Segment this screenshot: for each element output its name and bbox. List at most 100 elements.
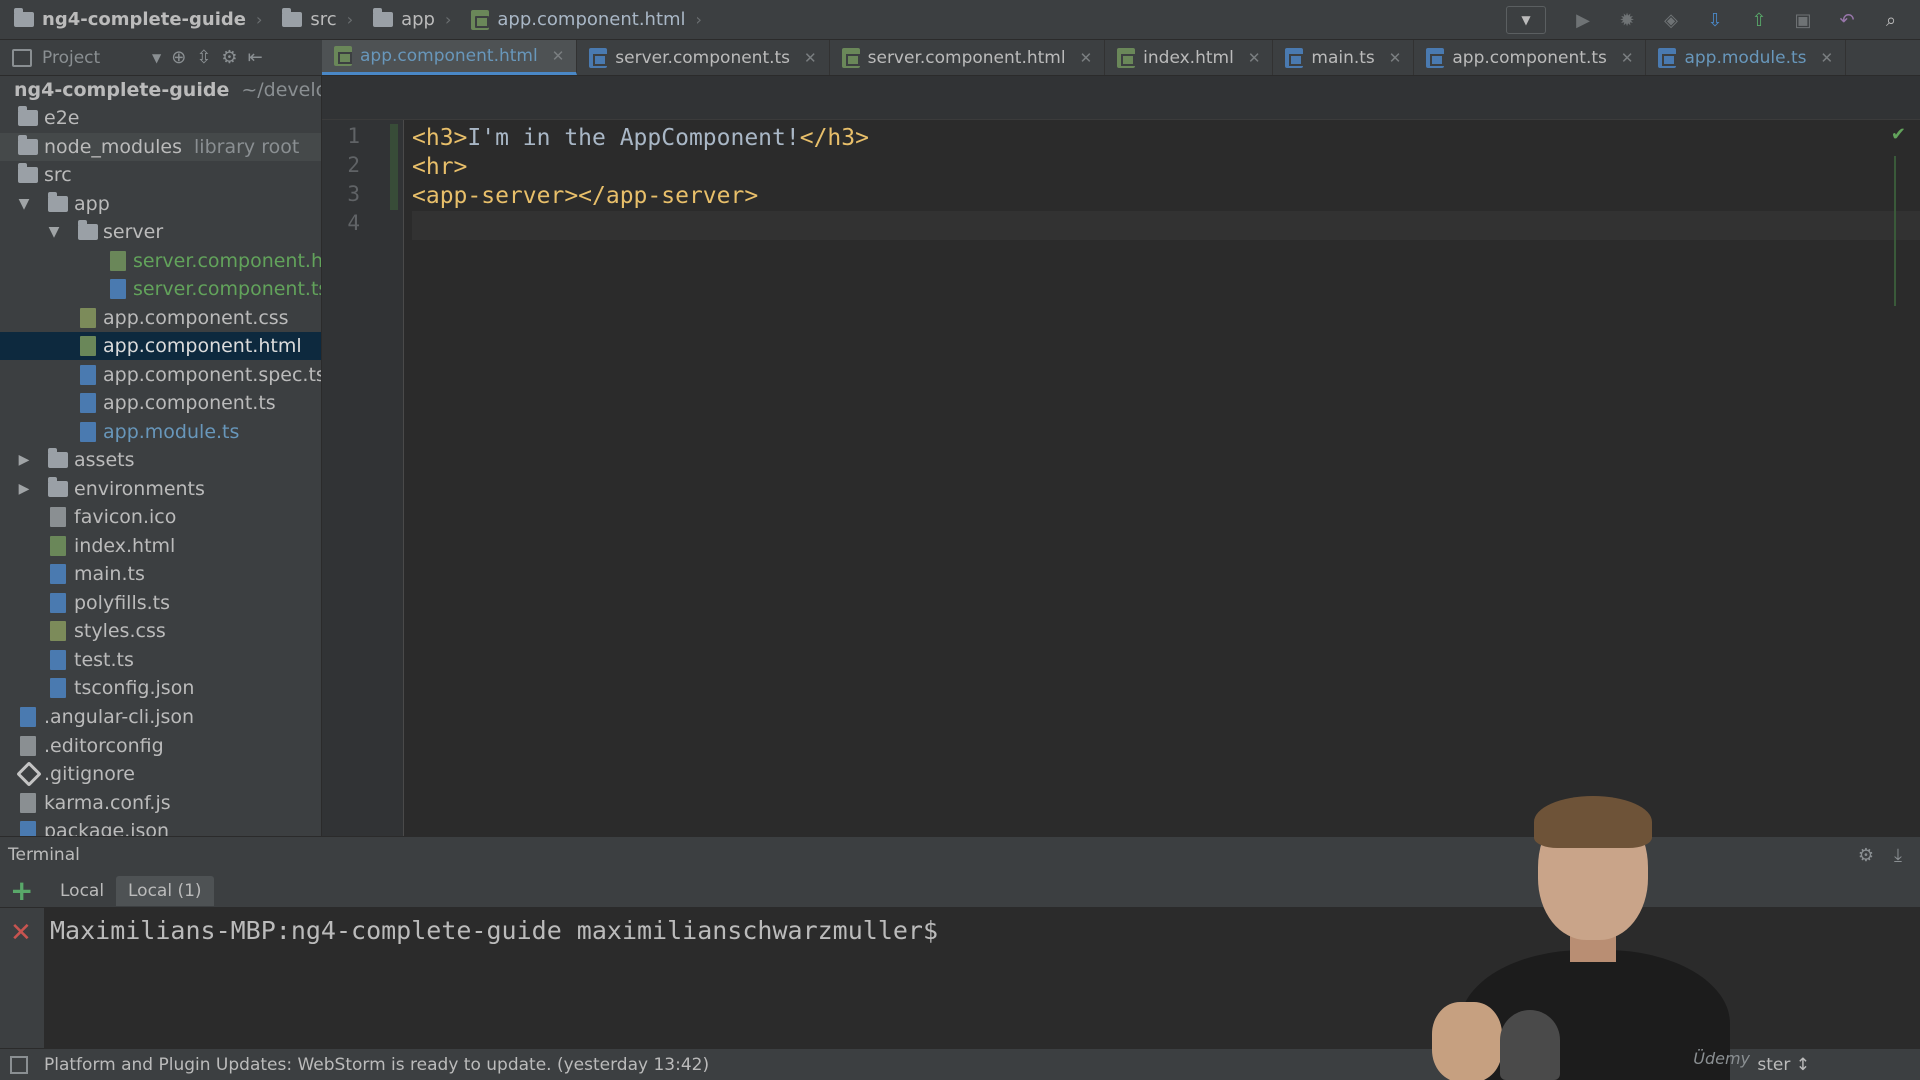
ts-file-icon bbox=[50, 564, 66, 584]
expand-arrow-icon[interactable]: ▶ bbox=[16, 452, 32, 468]
tree-item-app-ts[interactable]: app.component.ts bbox=[0, 389, 321, 417]
close-icon[interactable]: ✕ bbox=[804, 49, 817, 67]
expand-arrow-icon[interactable]: ▼ bbox=[16, 196, 32, 212]
presenter-hand bbox=[1432, 1002, 1502, 1080]
gear-icon[interactable]: ⚙ bbox=[221, 47, 237, 68]
tree-item-server[interactable]: ▼ server bbox=[0, 218, 321, 246]
tree-item-assets[interactable]: ▶ assets bbox=[0, 446, 321, 474]
line-number: 1 bbox=[347, 124, 360, 148]
tree-item-favicon[interactable]: favicon.ico bbox=[0, 503, 321, 531]
tab-label: server.component.ts bbox=[615, 47, 791, 68]
tree-item-package[interactable]: package.json bbox=[0, 817, 321, 836]
toolbar-actions: ▼ ▶ ✹ ◈ ⇩ ⇧ ▣ ↶ ⌕ bbox=[1506, 0, 1920, 40]
tree-item-label: app bbox=[74, 193, 110, 215]
tree-item-app-css[interactable]: app.component.css bbox=[0, 304, 321, 332]
html-file-icon bbox=[471, 9, 490, 30]
tab-server-component-ts[interactable]: server.component.ts ✕ bbox=[577, 40, 830, 75]
expand-arrow-icon[interactable]: ▶ bbox=[16, 481, 32, 497]
tree-item-server-ts[interactable]: server.component.ts bbox=[0, 275, 321, 303]
vcs-compare-icon[interactable]: ▣ bbox=[1790, 7, 1816, 33]
tree-item-label: e2e bbox=[44, 107, 80, 129]
close-icon[interactable]: ✕ bbox=[1821, 49, 1834, 67]
tab-label: server.component.html bbox=[867, 47, 1066, 68]
tree-item-gitignore[interactable]: .gitignore bbox=[0, 760, 321, 788]
tab-label: Local (1) bbox=[128, 881, 202, 901]
tree-item-angular-cli[interactable]: .angular-cli.json bbox=[0, 703, 321, 731]
debug-icon[interactable]: ✹ bbox=[1614, 7, 1640, 33]
revert-icon[interactable]: ↶ bbox=[1834, 7, 1860, 33]
html-file-icon bbox=[80, 336, 96, 356]
tree-item-label: karma.conf.js bbox=[44, 792, 171, 814]
tree-item-tsconfig[interactable]: tsconfig.json bbox=[0, 674, 321, 702]
tab-server-component-html[interactable]: server.component.html ✕ bbox=[830, 40, 1106, 75]
close-icon[interactable]: ✕ bbox=[1621, 49, 1634, 67]
gear-icon[interactable]: ⚙ bbox=[1858, 845, 1874, 866]
close-session-icon[interactable]: ✕ bbox=[10, 918, 32, 948]
ts-file-icon bbox=[50, 593, 66, 613]
line-gutter: 1 2 3 4 bbox=[322, 120, 404, 836]
new-terminal-icon[interactable]: + bbox=[10, 874, 33, 907]
tree-item-app-spec[interactable]: app.component.spec.ts bbox=[0, 361, 321, 389]
tree-item-app-html[interactable]: app.component.html bbox=[0, 332, 321, 360]
terminal-tab-local[interactable]: Local bbox=[48, 876, 116, 906]
tab-app-module-ts[interactable]: app.module.ts ✕ bbox=[1646, 40, 1847, 75]
tab-app-component-ts[interactable]: app.component.ts ✕ bbox=[1414, 40, 1647, 75]
tree-item-app-module[interactable]: app.module.ts bbox=[0, 418, 321, 446]
check-icon: ✔ bbox=[1890, 124, 1906, 145]
coverage-icon[interactable]: ◈ bbox=[1658, 7, 1684, 33]
run-config-dropdown[interactable]: ▼ bbox=[1506, 6, 1546, 34]
tree-item-test[interactable]: test.ts bbox=[0, 646, 321, 674]
hide-icon[interactable]: ⇤ bbox=[248, 47, 263, 68]
html-tag: </h3> bbox=[799, 125, 869, 151]
breadcrumb-project-label: ng4-complete-guide bbox=[42, 9, 246, 30]
tree-item-e2e[interactable]: e2e bbox=[0, 104, 321, 132]
tree-item-styles[interactable]: styles.css bbox=[0, 617, 321, 645]
hide-panel-icon[interactable]: ⤓ bbox=[1894, 845, 1902, 866]
tree-item-index[interactable]: index.html bbox=[0, 532, 321, 560]
chevron-down-icon[interactable]: ▼ bbox=[152, 51, 161, 65]
close-icon[interactable]: ✕ bbox=[552, 47, 565, 65]
breadcrumb-app[interactable]: app › bbox=[359, 0, 457, 40]
vcs-branch[interactable]: ster ↕ bbox=[1757, 1055, 1810, 1075]
tree-item-environments[interactable]: ▶ environments bbox=[0, 475, 321, 503]
project-toolbar: Project ▼ ⊕ ⇳ ⚙ ⇤ bbox=[0, 40, 322, 76]
tab-label: app.module.ts bbox=[1684, 47, 1807, 68]
expand-arrow-icon[interactable]: ▼ bbox=[46, 224, 62, 240]
tree-item-editorconfig[interactable]: .editorconfig bbox=[0, 732, 321, 760]
close-icon[interactable]: ✕ bbox=[1389, 49, 1402, 67]
locate-icon[interactable]: ⊕ bbox=[171, 47, 186, 68]
tab-index-html[interactable]: index.html ✕ bbox=[1105, 40, 1274, 75]
tree-item-polyfills[interactable]: polyfills.ts bbox=[0, 589, 321, 617]
chevron-right-icon: › bbox=[346, 10, 354, 29]
tree-item-karma[interactable]: karma.conf.js bbox=[0, 789, 321, 817]
vcs-update-icon[interactable]: ⇩ bbox=[1702, 7, 1728, 33]
breadcrumb-src[interactable]: src › bbox=[268, 0, 359, 40]
html-tag: <app-server></app-server> bbox=[412, 183, 759, 209]
tab-app-component-html[interactable]: app.component.html ✕ bbox=[322, 40, 578, 75]
tree-item-root[interactable]: ng4-complete-guide~/developm bbox=[0, 76, 321, 104]
breadcrumb-file[interactable]: app.component.html › bbox=[457, 0, 708, 40]
status-message[interactable]: Platform and Plugin Updates: WebStorm is… bbox=[44, 1055, 709, 1075]
search-icon[interactable]: ⌕ bbox=[1878, 7, 1904, 33]
terminal-title: Terminal bbox=[8, 844, 80, 865]
vcs-commit-icon[interactable]: ⇧ bbox=[1746, 7, 1772, 33]
tree-item-node-modules[interactable]: node_modules library root bbox=[0, 133, 321, 161]
vcs-change-marker bbox=[390, 124, 398, 210]
code-editor[interactable]: 1 2 3 4 <h3>I'm in the AppComponent!</h3… bbox=[322, 76, 1920, 836]
close-icon[interactable]: ✕ bbox=[1080, 49, 1093, 67]
tool-window-icon[interactable] bbox=[10, 1055, 28, 1074]
tab-main-ts[interactable]: main.ts ✕ bbox=[1273, 40, 1415, 75]
breadcrumb-project[interactable]: ng4-complete-guide › bbox=[0, 0, 268, 40]
terminal-tab-local-1[interactable]: Local (1) bbox=[116, 876, 214, 906]
tree-item-app[interactable]: ▼ app bbox=[0, 190, 321, 218]
run-icon[interactable]: ▶ bbox=[1570, 7, 1596, 33]
collapse-icon[interactable]: ⇳ bbox=[196, 47, 211, 68]
close-icon[interactable]: ✕ bbox=[1248, 49, 1261, 67]
css-file-icon bbox=[80, 308, 96, 328]
tree-item-src[interactable]: src bbox=[0, 161, 321, 189]
tree-item-server-html[interactable]: server.component.html bbox=[0, 247, 321, 275]
tree-item-label: .editorconfig bbox=[44, 735, 164, 757]
tree-item-main[interactable]: main.ts bbox=[0, 560, 321, 588]
project-view-label[interactable]: Project bbox=[42, 48, 142, 68]
line-number: 3 bbox=[347, 182, 360, 206]
